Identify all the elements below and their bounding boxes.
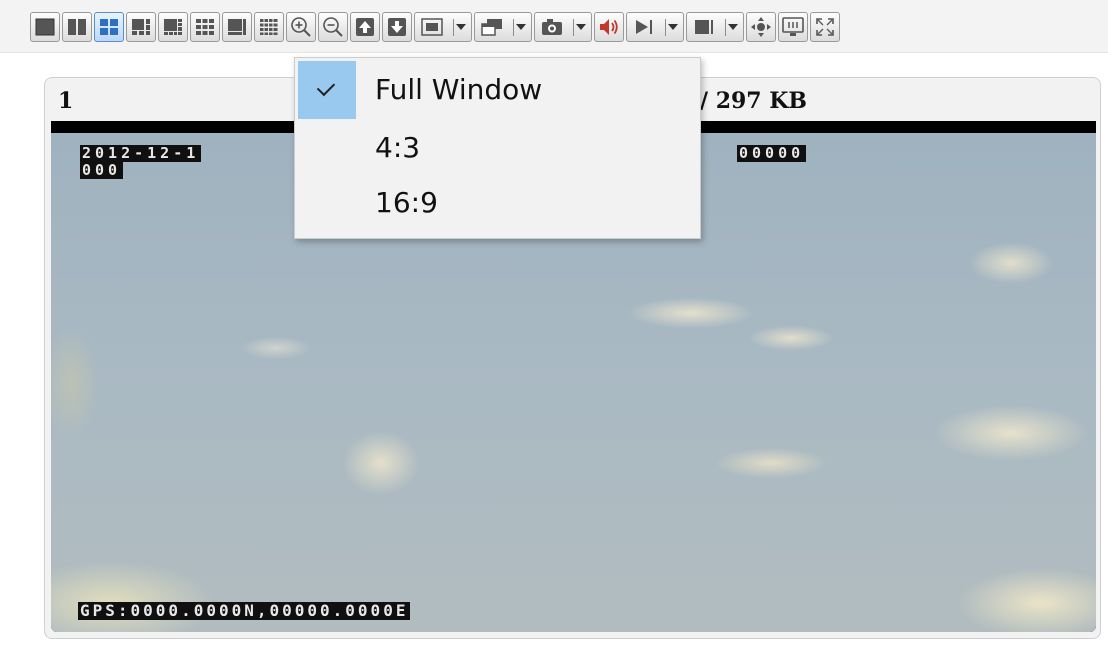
- previous-page-icon: [356, 18, 374, 36]
- next-page-button[interactable]: [382, 12, 412, 42]
- dropdown-separator: [453, 19, 454, 36]
- chevron-down-icon[interactable]: [576, 24, 586, 30]
- aspect-ratio-button[interactable]: [414, 12, 472, 42]
- monitor-button[interactable]: [778, 12, 808, 42]
- layout-9-icon: [196, 19, 214, 35]
- dropdown-separator: [665, 19, 666, 36]
- dropdown-separator: [725, 19, 726, 36]
- window-mode-button[interactable]: [474, 12, 532, 42]
- ptz-button[interactable]: [746, 12, 776, 42]
- toolbar: [0, 0, 1108, 53]
- layout-2-icon: [68, 19, 86, 35]
- menu-item-16-9[interactable]: 16:9: [295, 174, 700, 232]
- chevron-down-icon[interactable]: [668, 24, 678, 30]
- snapshot-button[interactable]: [534, 12, 592, 42]
- previous-page-button[interactable]: [350, 12, 380, 42]
- layout-1-button[interactable]: [30, 12, 60, 42]
- data-rate-label: / 297 KB: [700, 88, 807, 114]
- zoom-out-icon: [323, 17, 343, 37]
- menu-item-label: 4:3: [375, 131, 421, 164]
- fullscreen-button[interactable]: [810, 12, 840, 42]
- stop-button[interactable]: [686, 12, 744, 42]
- check-area: [298, 174, 356, 232]
- play-button[interactable]: [626, 12, 684, 42]
- chevron-down-icon[interactable]: [456, 24, 466, 30]
- layout-13-button[interactable]: [222, 12, 252, 42]
- window-mode-icon: [481, 19, 502, 36]
- dropdown-separator: [573, 19, 574, 36]
- audio-button[interactable]: [594, 12, 624, 42]
- zoom-in-icon: [291, 17, 311, 37]
- check-area: [298, 119, 356, 177]
- check-icon: [316, 77, 336, 97]
- channel-number: 1: [58, 88, 74, 114]
- osd-gps: GPS:0000.0000N,00000.0000E: [78, 601, 411, 620]
- check-area: [298, 61, 356, 119]
- menu-item-full-window[interactable]: Full Window: [295, 61, 700, 119]
- audio-icon: [600, 19, 618, 35]
- dropdown-separator: [513, 19, 514, 36]
- layout-6-icon: [132, 19, 150, 35]
- monitor-icon: [782, 17, 804, 36]
- layout-6-button[interactable]: [126, 12, 156, 42]
- osd-date: 2012-12-1: [80, 144, 202, 162]
- aspect-ratio-menu: Full Window 4:3 16:9: [294, 57, 701, 239]
- ptz-icon: [751, 17, 771, 37]
- play-icon: [636, 20, 652, 34]
- layout-13-icon: [228, 19, 246, 35]
- layout-2-button[interactable]: [62, 12, 92, 42]
- fullscreen-icon: [816, 18, 834, 36]
- layout-16-button[interactable]: [254, 12, 284, 42]
- layout-4-icon: [100, 19, 118, 35]
- osd-counter: 00000: [737, 144, 807, 162]
- layout-9-button[interactable]: [190, 12, 220, 42]
- menu-item-label: 16:9: [375, 186, 438, 219]
- zoom-out-button[interactable]: [318, 12, 348, 42]
- menu-item-4-3[interactable]: 4:3: [295, 119, 700, 177]
- stop-icon: [695, 20, 713, 34]
- zoom-in-button[interactable]: [286, 12, 316, 42]
- layout-16-icon: [260, 19, 278, 35]
- next-page-icon: [388, 18, 406, 36]
- snapshot-icon: [542, 19, 562, 35]
- chevron-down-icon[interactable]: [516, 24, 526, 30]
- chevron-down-icon[interactable]: [728, 24, 738, 30]
- osd-time: 000: [80, 161, 124, 179]
- layout-8-button[interactable]: [158, 12, 188, 42]
- toolbar-buttons: [30, 12, 840, 42]
- layout-4-button[interactable]: [94, 12, 124, 42]
- aspect-ratio-icon: [421, 18, 443, 36]
- layout-1-icon: [35, 18, 55, 36]
- menu-item-label: Full Window: [375, 73, 543, 106]
- layout-8-icon: [164, 19, 182, 35]
